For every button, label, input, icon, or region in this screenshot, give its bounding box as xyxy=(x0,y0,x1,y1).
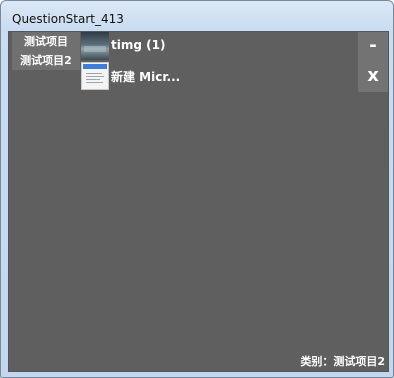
file-item-timg[interactable]: timg (1) xyxy=(81,32,281,60)
current-category-label: 类别：测试项目2 xyxy=(300,355,385,368)
window-title: QuestionStart_413 xyxy=(12,12,124,26)
close-button[interactable]: x xyxy=(358,62,388,92)
side-button-group: - x xyxy=(358,32,388,92)
photo-thumbnail-icon xyxy=(81,32,109,60)
category-list: 测试项目 测试项目2 xyxy=(12,32,80,70)
file-name: 新建 Micr... xyxy=(111,70,181,84)
app-window: QuestionStart_413 测试项目 测试项目2 timg (1) 新建… xyxy=(0,0,394,378)
title-bar[interactable]: QuestionStart_413 xyxy=(1,1,393,31)
word-document-icon xyxy=(81,62,109,90)
minimize-button[interactable]: - xyxy=(358,32,388,62)
file-item-new-document[interactable]: 新建 Micr... xyxy=(81,62,281,90)
category-item-2[interactable]: 测试项目2 xyxy=(12,51,80,70)
file-name: timg (1) xyxy=(111,38,166,52)
content-panel: 测试项目 测试项目2 timg (1) 新建 Micr... - x 类别：测试… xyxy=(8,31,389,372)
category-item-1[interactable]: 测试项目 xyxy=(12,32,80,51)
